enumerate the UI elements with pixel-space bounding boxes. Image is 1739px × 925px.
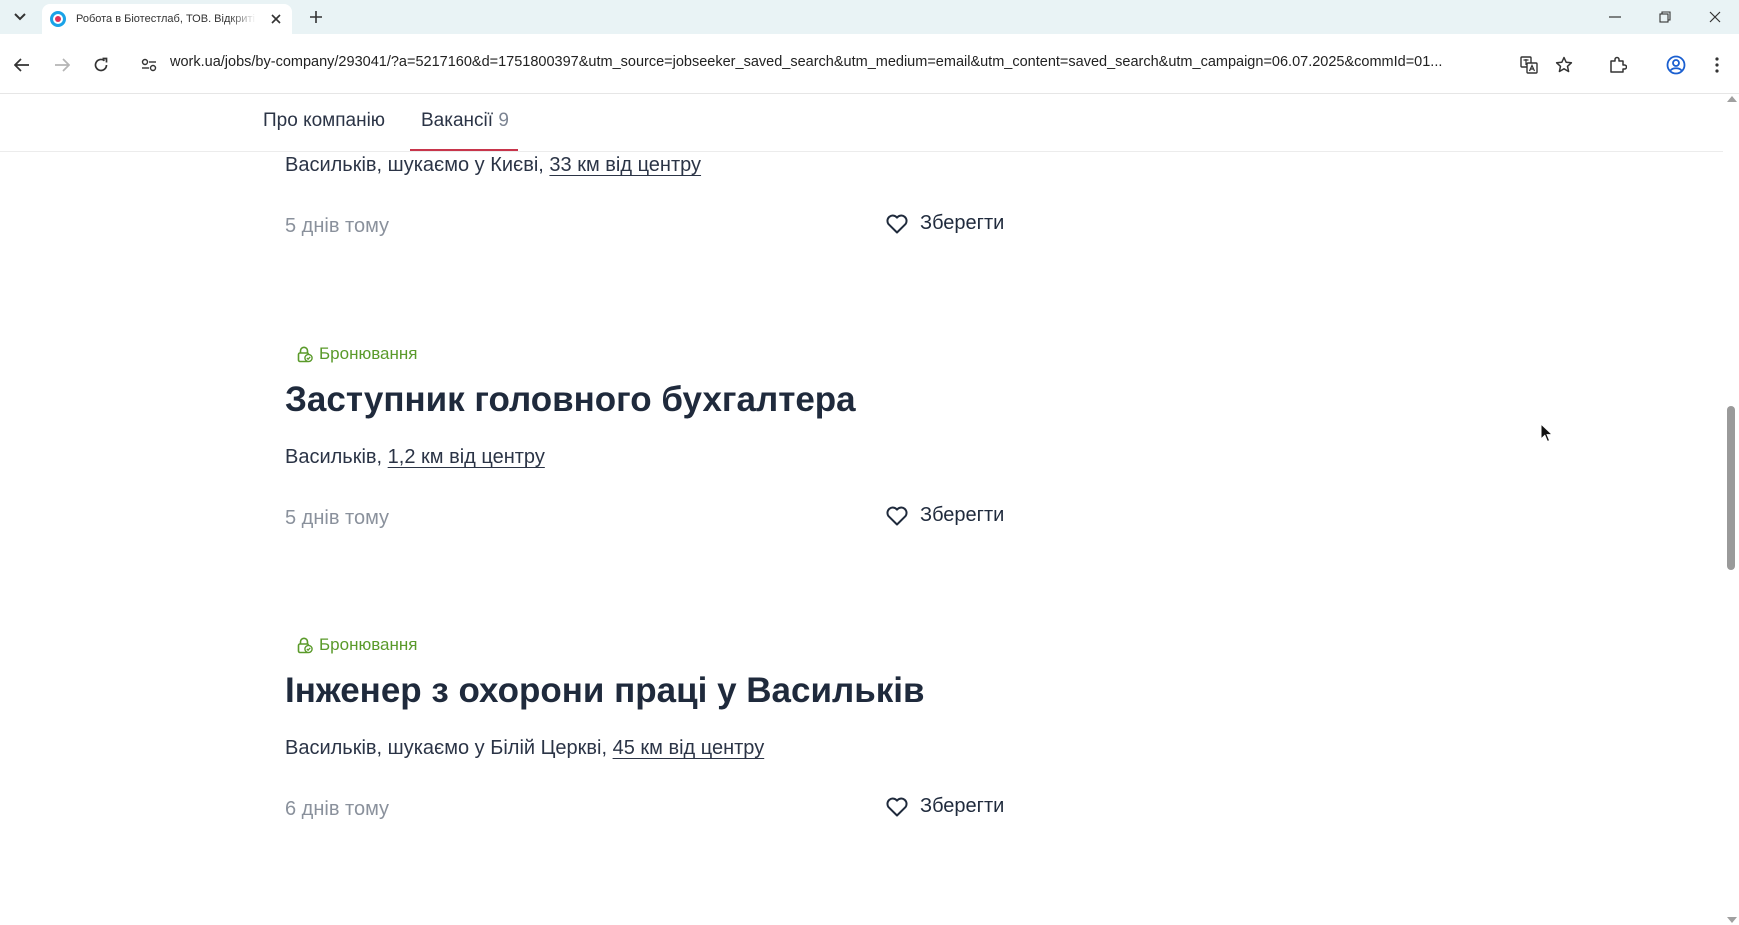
page-scrollbar[interactable] — [1723, 94, 1739, 925]
job-location: Васильків, шукаємо у Києві, 33 км від це… — [285, 154, 701, 177]
heart-icon — [886, 506, 908, 525]
job-title-link[interactable]: Заступник головного бухгалтера — [285, 380, 856, 420]
profile-avatar-icon[interactable] — [1663, 52, 1689, 78]
job-date: 6 днів тому — [285, 798, 390, 820]
mouse-cursor-icon — [1540, 423, 1554, 443]
browser-tab-active[interactable]: Робота в Біотестлаб, ТОВ. Відкриті вакан… — [42, 4, 292, 34]
url-input[interactable]: work.ua/jobs/by-company/293041/?a=521716… — [170, 54, 1510, 70]
extensions-puzzle-icon[interactable] — [1605, 52, 1631, 78]
heart-icon — [886, 214, 908, 233]
translate-icon[interactable] — [1516, 52, 1542, 78]
distance-link[interactable]: 45 км від центру — [613, 737, 765, 759]
job-location: Васильків, 1,2 км від центру — [285, 446, 545, 469]
close-tab-icon[interactable] — [268, 11, 284, 27]
lock-check-icon — [297, 637, 313, 653]
badge-label: Бронювання — [319, 344, 418, 363]
job-date: 5 днів тому — [285, 507, 390, 529]
scroll-down-arrow-icon[interactable] — [1727, 917, 1737, 923]
reload-icon[interactable] — [88, 52, 114, 78]
browser-tab-bar: Робота в Біотестлаб, ТОВ. Відкриті вакан… — [0, 0, 1739, 34]
scroll-up-arrow-icon[interactable] — [1727, 96, 1737, 102]
tab-about-company[interactable]: Про компанію — [263, 110, 385, 132]
heart-icon — [886, 797, 908, 816]
badge-label: Бронювання — [319, 635, 418, 654]
workua-favicon-icon — [50, 11, 66, 27]
save-label: Зберегти — [920, 212, 1005, 234]
distance-link[interactable]: 1,2 км від центру — [388, 446, 545, 468]
close-window-icon[interactable] — [1691, 0, 1739, 34]
reservation-badge: Бронювання — [297, 344, 417, 364]
tab-list-chevron-icon[interactable] — [10, 8, 30, 26]
back-arrow-icon[interactable] — [9, 52, 35, 78]
save-job-button[interactable]: Зберегти — [886, 795, 1004, 818]
save-label: Зберегти — [920, 795, 1005, 817]
site-settings-icon[interactable] — [136, 52, 162, 78]
save-label: Зберегти — [920, 504, 1005, 526]
tab-vacancies[interactable]: Вакансії 9 — [421, 110, 509, 132]
scroll-thumb[interactable] — [1727, 406, 1735, 570]
tab-vacancies-label: Вакансії — [421, 110, 494, 131]
lock-check-icon — [297, 346, 313, 362]
job-location-text: Васильків, шукаємо у Білій Церкві, — [285, 737, 613, 759]
browser-menu-kebab-icon[interactable] — [1704, 52, 1730, 78]
tab-title: Робота в Біотестлаб, ТОВ. Відкриті вакан… — [76, 13, 256, 25]
minimize-window-icon[interactable] — [1591, 0, 1639, 34]
save-job-button[interactable]: Зберегти — [886, 504, 1004, 527]
page-content: Про компанію Вакансії 9 Васильків, шукає… — [0, 94, 1723, 925]
job-date: 5 днів тому — [285, 215, 390, 237]
active-tab-indicator — [410, 149, 518, 151]
job-title-link[interactable]: Інженер з охорони праці у Васильків — [285, 671, 925, 711]
browser-address-bar: work.ua/jobs/by-company/293041/?a=521716… — [0, 34, 1739, 94]
company-nav: Про компанію Вакансії 9 — [0, 94, 1723, 152]
new-tab-plus-icon[interactable] — [306, 7, 326, 27]
restore-window-icon[interactable] — [1641, 0, 1689, 34]
save-job-button[interactable]: Зберегти — [886, 212, 1004, 235]
reservation-badge: Бронювання — [297, 635, 417, 655]
job-location-text: Васильків, — [285, 446, 388, 468]
distance-link[interactable]: 33 км від центру — [549, 154, 701, 176]
job-location-text: Васильків, шукаємо у Києві, — [285, 154, 550, 176]
vacancies-count: 9 — [498, 110, 509, 131]
job-location: Васильків, шукаємо у Білій Церкві, 45 км… — [285, 737, 764, 760]
bookmark-star-icon[interactable] — [1551, 52, 1577, 78]
forward-arrow-icon[interactable] — [49, 52, 75, 78]
